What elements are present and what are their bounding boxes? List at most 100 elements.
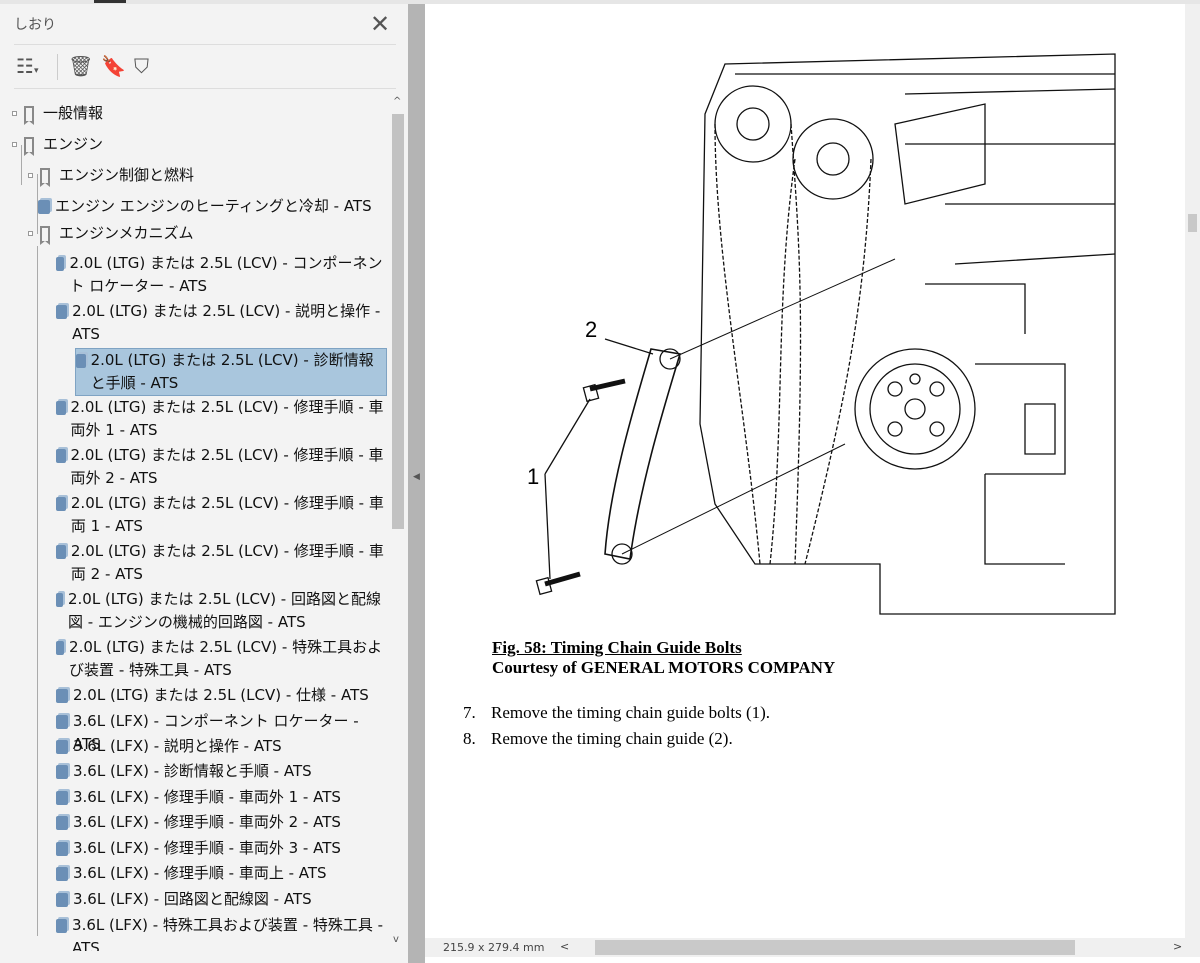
bookmark-item[interactable]: 3.6L (LFX) - 修理手順 - 車両上 - ATS [56,862,388,885]
figure-credit: Courtesy of GENERAL MOTORS COMPANY [492,658,836,677]
bookmark-item[interactable]: 2.0L (LTG) または 2.5L (LCV) - コンポーネント ロケータ… [56,252,388,298]
divider [14,44,396,45]
active-tab-indicator [94,0,126,3]
page-bookmark-icon [56,593,63,607]
bookmark-label: 2.0L (LTG) または 2.5L (LCV) - 診断情報と手順 - AT… [90,351,374,392]
panel-splitter[interactable]: ◀ [408,4,425,963]
bookmark-item[interactable]: 3.6L (LFX) - 説明と操作 - ATS [56,735,388,758]
bookmark-label: 3.6L (LFX) - 診断情報と手順 - ATS [73,762,312,780]
tree-line [21,145,22,185]
expand-toggle[interactable] [12,142,17,147]
bookmark-item[interactable]: 2.0L (LTG) または 2.5L (LCV) - 説明と操作 - ATS [56,300,388,346]
bookmark-item[interactable]: エンジン [12,133,388,156]
page-bookmark-icon [56,919,68,933]
page-bookmark-icon [56,816,68,830]
bookmark-label: 一般情報 [43,104,104,122]
page-bookmark-icon [56,305,68,319]
bookmark-label: エンジン制御と燃料 [59,166,195,184]
page-size: 215.9 x 279.4 mm [443,941,545,954]
expand-toggle[interactable] [28,231,33,236]
bookmark-label: 3.6L (LFX) - 修理手順 - 車両外 3 - ATS [73,839,341,857]
bookmark-item[interactable]: 2.0L (LTG) または 2.5L (LCV) - 修理手順 - 車両 1 … [56,492,388,538]
bookmark-item[interactable]: 3.6L (LFX) - 回路図と配線図 - ATS [56,888,388,911]
bookmark-item[interactable]: エンジン制御と燃料 [28,164,388,187]
bookmark-label: 3.6L (LFX) - 修理手順 - 車両上 - ATS [73,864,327,882]
bookmark-item[interactable]: 2.0L (LTG) または 2.5L (LCV) - 修理手順 - 車両外 2… [56,444,388,490]
scrollbar-thumb[interactable] [1188,214,1197,232]
close-icon[interactable]: ✕ [370,10,390,38]
bookmarks-panel: しおり ✕ ☷▾ 🗑 🔖 ⛉ 一般情報エンジンエンジン制御と燃料エンジン エンジ… [0,4,408,963]
bookmark-item[interactable]: 2.0L (LTG) または 2.5L (LCV) - 修理手順 - 車両 2 … [56,540,388,586]
page-bookmark-icon [56,545,66,559]
page-bookmark-icon [56,765,68,779]
bookmark-item[interactable]: 3.6L (LFX) - 特殊工具および装置 - 特殊工具 - ATS [56,914,388,951]
page-bookmark-icon [56,257,65,271]
bookmark-label: 3.6L (LFX) - 修理手順 - 車両外 1 - ATS [73,788,341,806]
bookmark-item[interactable]: 2.0L (LTG) または 2.5L (LCV) - 修理手順 - 車両外 1… [56,396,388,442]
page-bookmark-icon [56,867,68,881]
divider [57,54,58,80]
bookmark-item[interactable]: 2.0L (LTG) または 2.5L (LCV) - 診断情報と手順 - AT… [75,348,387,396]
horizontal-scrollbar-thumb[interactable] [595,940,1075,955]
bookmark-label: 2.0L (LTG) または 2.5L (LCV) - 仕様 - ATS [73,686,369,704]
bookmark-label: 2.0L (LTG) または 2.5L (LCV) - 修理手順 - 車両 2 … [70,542,384,583]
bookmark-item[interactable]: 2.0L (LTG) または 2.5L (LCV) - 仕様 - ATS [56,684,388,707]
bookmark-label: 3.6L (LFX) - 説明と操作 - ATS [73,737,282,755]
callout-1: 1 [527,464,539,489]
bookmark-item[interactable]: エンジンメカニズム [28,222,388,245]
new-bookmark-icon[interactable]: 🔖 [101,54,126,78]
page-bookmark-icon [56,401,66,415]
bookmark-item[interactable]: 3.6L (LFX) - 修理手順 - 車両外 3 - ATS [56,837,388,860]
page-bookmark-icon [56,791,68,805]
document-vertical-scrollbar[interactable] [1185,4,1200,938]
bookmark-item[interactable]: エンジン エンジンのヒーティングと冷却 - ATS [38,195,388,218]
bookmark-icon [24,137,34,156]
page-bookmark-icon [56,893,68,907]
bookmark-label: エンジンメカニズム [59,224,194,242]
bookmark-item[interactable]: 一般情報 [12,102,388,125]
collapse-icon[interactable]: ◀ [413,472,420,482]
page-bookmark-icon [56,689,68,703]
tree-line [37,246,38,936]
page-bookmark-icon [38,200,50,214]
scrollbar-thumb[interactable] [392,114,404,529]
panel-title: しおり [14,17,56,33]
page-bookmark-icon [76,354,86,368]
options-menu-icon[interactable]: ☷▾ [16,54,38,78]
bookmark-tree: 一般情報エンジンエンジン制御と燃料エンジン エンジンのヒーティングと冷却 - A… [0,96,390,951]
step: 8. Remove the timing chain guide (2). [463,729,733,748]
page-bookmark-icon [56,842,68,856]
page-bookmark-icon [56,641,65,655]
bookmark-icon [40,226,50,245]
procedure-steps: 7. Remove the timing chain guide bolts (1… [463,700,770,752]
bookmark-label: 2.0L (LTG) または 2.5L (LCV) - 特殊工具および装置 - … [69,638,383,679]
bookmark-item[interactable]: 3.6L (LFX) - 修理手順 - 車両外 1 - ATS [56,786,388,809]
bookmark-item[interactable]: 2.0L (LTG) または 2.5L (LCV) - 特殊工具および装置 - … [56,636,388,682]
document-page: 2 1 [425,4,1185,938]
step: 7. Remove the timing chain guide bolts (1… [463,703,771,722]
delete-bookmark-icon[interactable]: 🗑 [68,54,93,78]
bookmark-item[interactable]: 3.6L (LFX) - 診断情報と手順 - ATS [56,760,388,783]
bookmark-label: 2.0L (LTG) または 2.5L (LCV) - 修理手順 - 車両外 2… [70,446,384,487]
bookmark-label: 2.0L (LTG) または 2.5L (LCV) - 回路図と配線図 - エン… [67,590,381,631]
expand-toggle[interactable] [28,173,33,178]
engine-illustration: 2 1 [527,53,1116,615]
bookmark-label: 3.6L (LFX) - 修理手順 - 車両外 2 - ATS [73,813,341,831]
bookmark-item[interactable]: 2.0L (LTG) または 2.5L (LCV) - 回路図と配線図 - エン… [56,588,388,634]
bookmark-icon [24,106,34,125]
bookmark-icon [40,168,50,187]
divider [14,88,396,89]
callout-2: 2 [585,317,597,342]
bookmark-item[interactable]: 3.6L (LFX) - 修理手順 - 車両外 2 - ATS [56,811,388,834]
bookmark-label: 2.0L (LTG) または 2.5L (LCV) - 修理手順 - 車両外 1… [70,398,384,439]
bookmark-label: エンジン エンジンのヒーティングと冷却 - ATS [55,197,372,215]
expand-bookmark-icon[interactable]: ⛉ [134,54,149,78]
status-bar: 215.9 x 279.4 mm < > [425,938,1200,957]
page-bookmark-icon [56,715,68,729]
expand-toggle[interactable] [12,111,17,116]
bookmark-label: エンジン [43,135,104,153]
sidebar-scrollbar[interactable]: ^ v [390,96,405,951]
scroll-left-icon[interactable]: < [560,940,569,953]
bookmark-label: 3.6L (LFX) - 回路図と配線図 - ATS [73,890,312,908]
scroll-right-icon[interactable]: > [1173,940,1182,953]
